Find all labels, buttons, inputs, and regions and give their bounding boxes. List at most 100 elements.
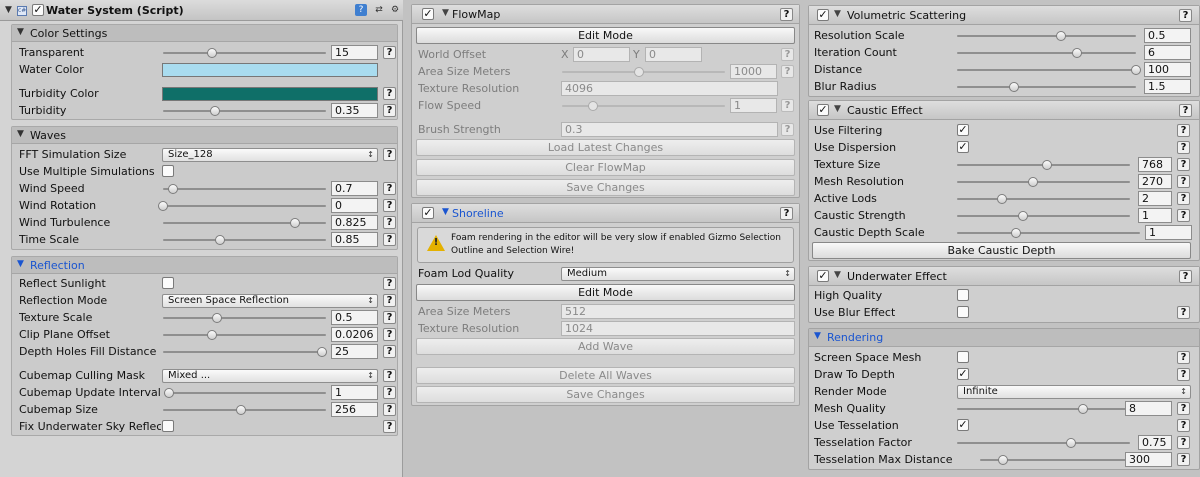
update-interval-slider[interactable] <box>164 388 326 398</box>
volumetric-enabled-checkbox[interactable]: ✓ <box>817 9 829 21</box>
culling-mask-dropdown[interactable]: Mixed ... ↕ <box>162 369 378 383</box>
help-icon[interactable]: ? <box>780 207 793 220</box>
mesh-quality-field[interactable]: 8 <box>1125 401 1172 416</box>
transparent-field[interactable]: 15 <box>331 45 378 60</box>
help-icon[interactable]: ? <box>383 420 396 433</box>
help-icon[interactable]: ? <box>1177 368 1190 381</box>
wind-speed-slider[interactable] <box>163 184 326 194</box>
world-offset-x-field[interactable]: 0 <box>573 47 630 62</box>
wind-turbulence-slider[interactable] <box>163 218 326 228</box>
load-latest-changes-button[interactable]: Load Latest Changes <box>416 139 795 156</box>
mesh-resolution-slider[interactable] <box>957 177 1130 187</box>
turbidity-color-swatch[interactable] <box>162 87 378 101</box>
use-filtering-checkbox[interactable]: ✓ <box>957 124 969 136</box>
iteration-count-slider[interactable] <box>957 48 1136 58</box>
slider-thumb[interactable] <box>236 405 247 415</box>
distance-field[interactable]: 100 <box>1144 62 1191 77</box>
depth-holes-slider[interactable] <box>163 347 327 357</box>
reflect-sunlight-checkbox[interactable] <box>162 277 174 289</box>
resolution-scale-slider[interactable] <box>957 31 1136 41</box>
help-icon[interactable]: ? <box>1177 192 1190 205</box>
render-mode-dropdown[interactable]: Infinite ↕ <box>957 385 1191 399</box>
delete-all-waves-button[interactable]: Delete All Waves <box>416 367 795 384</box>
fft-size-dropdown[interactable]: Size_128 ↕ <box>162 148 378 162</box>
blur-radius-slider[interactable] <box>957 82 1136 92</box>
help-icon[interactable]: ? <box>1177 209 1190 222</box>
reflection-mode-dropdown[interactable]: Screen Space Reflection ↕ <box>162 294 378 308</box>
texture-scale-field[interactable]: 0.5 <box>331 310 378 325</box>
shoreline-save-changes-button[interactable]: Save Changes <box>416 386 795 403</box>
reflection-header[interactable]: ▼ Reflection <box>12 257 397 274</box>
flowmap-edit-mode-button[interactable]: Edit Mode <box>416 27 795 44</box>
help-icon[interactable]: ? <box>1179 104 1192 117</box>
update-interval-field[interactable]: 1 <box>331 385 378 400</box>
world-offset-y-field[interactable]: 0 <box>645 47 702 62</box>
flow-speed-slider[interactable] <box>562 101 725 111</box>
help-icon[interactable]: ? <box>383 294 396 307</box>
slider-thumb[interactable] <box>1066 438 1077 448</box>
help-icon[interactable]: ? <box>1177 419 1190 432</box>
clear-flowmap-button[interactable]: Clear FlowMap <box>416 159 795 176</box>
transparent-slider[interactable] <box>163 48 326 58</box>
help-icon[interactable]: ? <box>383 345 396 358</box>
help-icon[interactable]: ? <box>1177 124 1190 137</box>
slider-thumb[interactable] <box>1071 48 1082 58</box>
mesh-quality-slider[interactable] <box>957 404 1130 414</box>
flowmap-texture-resolution-field[interactable]: 4096 <box>561 81 778 96</box>
gear-icon[interactable]: ⚙ <box>389 4 401 16</box>
bake-caustic-depth-button[interactable]: Bake Caustic Depth <box>812 242 1191 259</box>
time-scale-slider[interactable] <box>163 235 326 245</box>
slider-thumb[interactable] <box>1131 65 1141 75</box>
high-quality-checkbox[interactable] <box>957 289 969 301</box>
slider-thumb[interactable] <box>206 330 217 340</box>
slider-thumb[interactable] <box>1041 160 1052 170</box>
shoreline-edit-mode-button[interactable]: Edit Mode <box>416 284 795 301</box>
slider-thumb[interactable] <box>1009 82 1020 92</box>
help-icon[interactable]: ? <box>1177 402 1190 415</box>
screen-space-mesh-checkbox[interactable] <box>957 351 969 363</box>
clip-plane-offset-slider[interactable] <box>163 330 326 340</box>
slider-thumb[interactable] <box>1010 228 1021 238</box>
slider-thumb[interactable] <box>997 455 1008 465</box>
slider-thumb[interactable] <box>1055 31 1066 41</box>
underwater-header[interactable]: ✓ ▼ Underwater Effect ? <box>809 267 1199 286</box>
help-icon[interactable]: ? <box>1179 270 1192 283</box>
shoreline-header[interactable]: ✓ ▼ Shoreline ? <box>412 204 799 223</box>
caustic-strength-field[interactable]: 1 <box>1138 208 1172 223</box>
resolution-scale-field[interactable]: 0.5 <box>1144 28 1191 43</box>
texture-scale-slider[interactable] <box>163 313 326 323</box>
slider-thumb[interactable] <box>1078 404 1089 414</box>
help-icon[interactable]: ? <box>383 46 396 59</box>
component-enabled-checkbox[interactable]: ✓ <box>32 4 44 16</box>
active-lods-field[interactable]: 2 <box>1138 191 1172 206</box>
use-dispersion-checkbox[interactable]: ✓ <box>957 141 969 153</box>
help-icon[interactable]: ? <box>383 277 396 290</box>
help-icon[interactable]: ? <box>383 403 396 416</box>
shoreline-enabled-checkbox[interactable]: ✓ <box>422 207 434 219</box>
use-blur-checkbox[interactable] <box>957 306 969 318</box>
help-icon[interactable]: ? <box>1177 158 1190 171</box>
tesselation-max-distance-slider[interactable] <box>980 455 1130 465</box>
caustic-strength-slider[interactable] <box>957 211 1130 221</box>
turbidity-slider[interactable] <box>163 106 326 116</box>
help-icon[interactable]: ? <box>383 87 396 100</box>
brush-strength-field[interactable]: 0.3 <box>561 122 778 137</box>
help-icon[interactable]: ? <box>1177 306 1190 319</box>
flowmap-area-size-slider[interactable] <box>562 67 725 77</box>
depth-holes-field[interactable]: 25 <box>331 344 378 359</box>
draw-to-depth-checkbox[interactable]: ✓ <box>957 368 969 380</box>
help-icon[interactable]: ? <box>1177 175 1190 188</box>
fix-underwater-checkbox[interactable] <box>162 420 174 432</box>
time-scale-field[interactable]: 0.85 <box>331 232 378 247</box>
add-wave-button[interactable]: Add Wave <box>416 338 795 355</box>
tesselation-max-distance-field[interactable]: 300 <box>1125 452 1172 467</box>
caustic-enabled-checkbox[interactable]: ✓ <box>817 104 829 116</box>
help-icon[interactable]: ? <box>780 8 793 21</box>
foam-lod-dropdown[interactable]: Medium ↕ <box>561 267 795 281</box>
flowmap-header[interactable]: ✓ ▼ FlowMap ? <box>412 5 799 24</box>
flow-speed-field[interactable]: 1 <box>730 98 777 113</box>
help-icon[interactable]: ? <box>383 311 396 324</box>
cubemap-size-slider[interactable] <box>163 405 326 415</box>
slider-thumb[interactable] <box>317 347 327 357</box>
help-book-icon[interactable]: ? <box>355 4 367 16</box>
